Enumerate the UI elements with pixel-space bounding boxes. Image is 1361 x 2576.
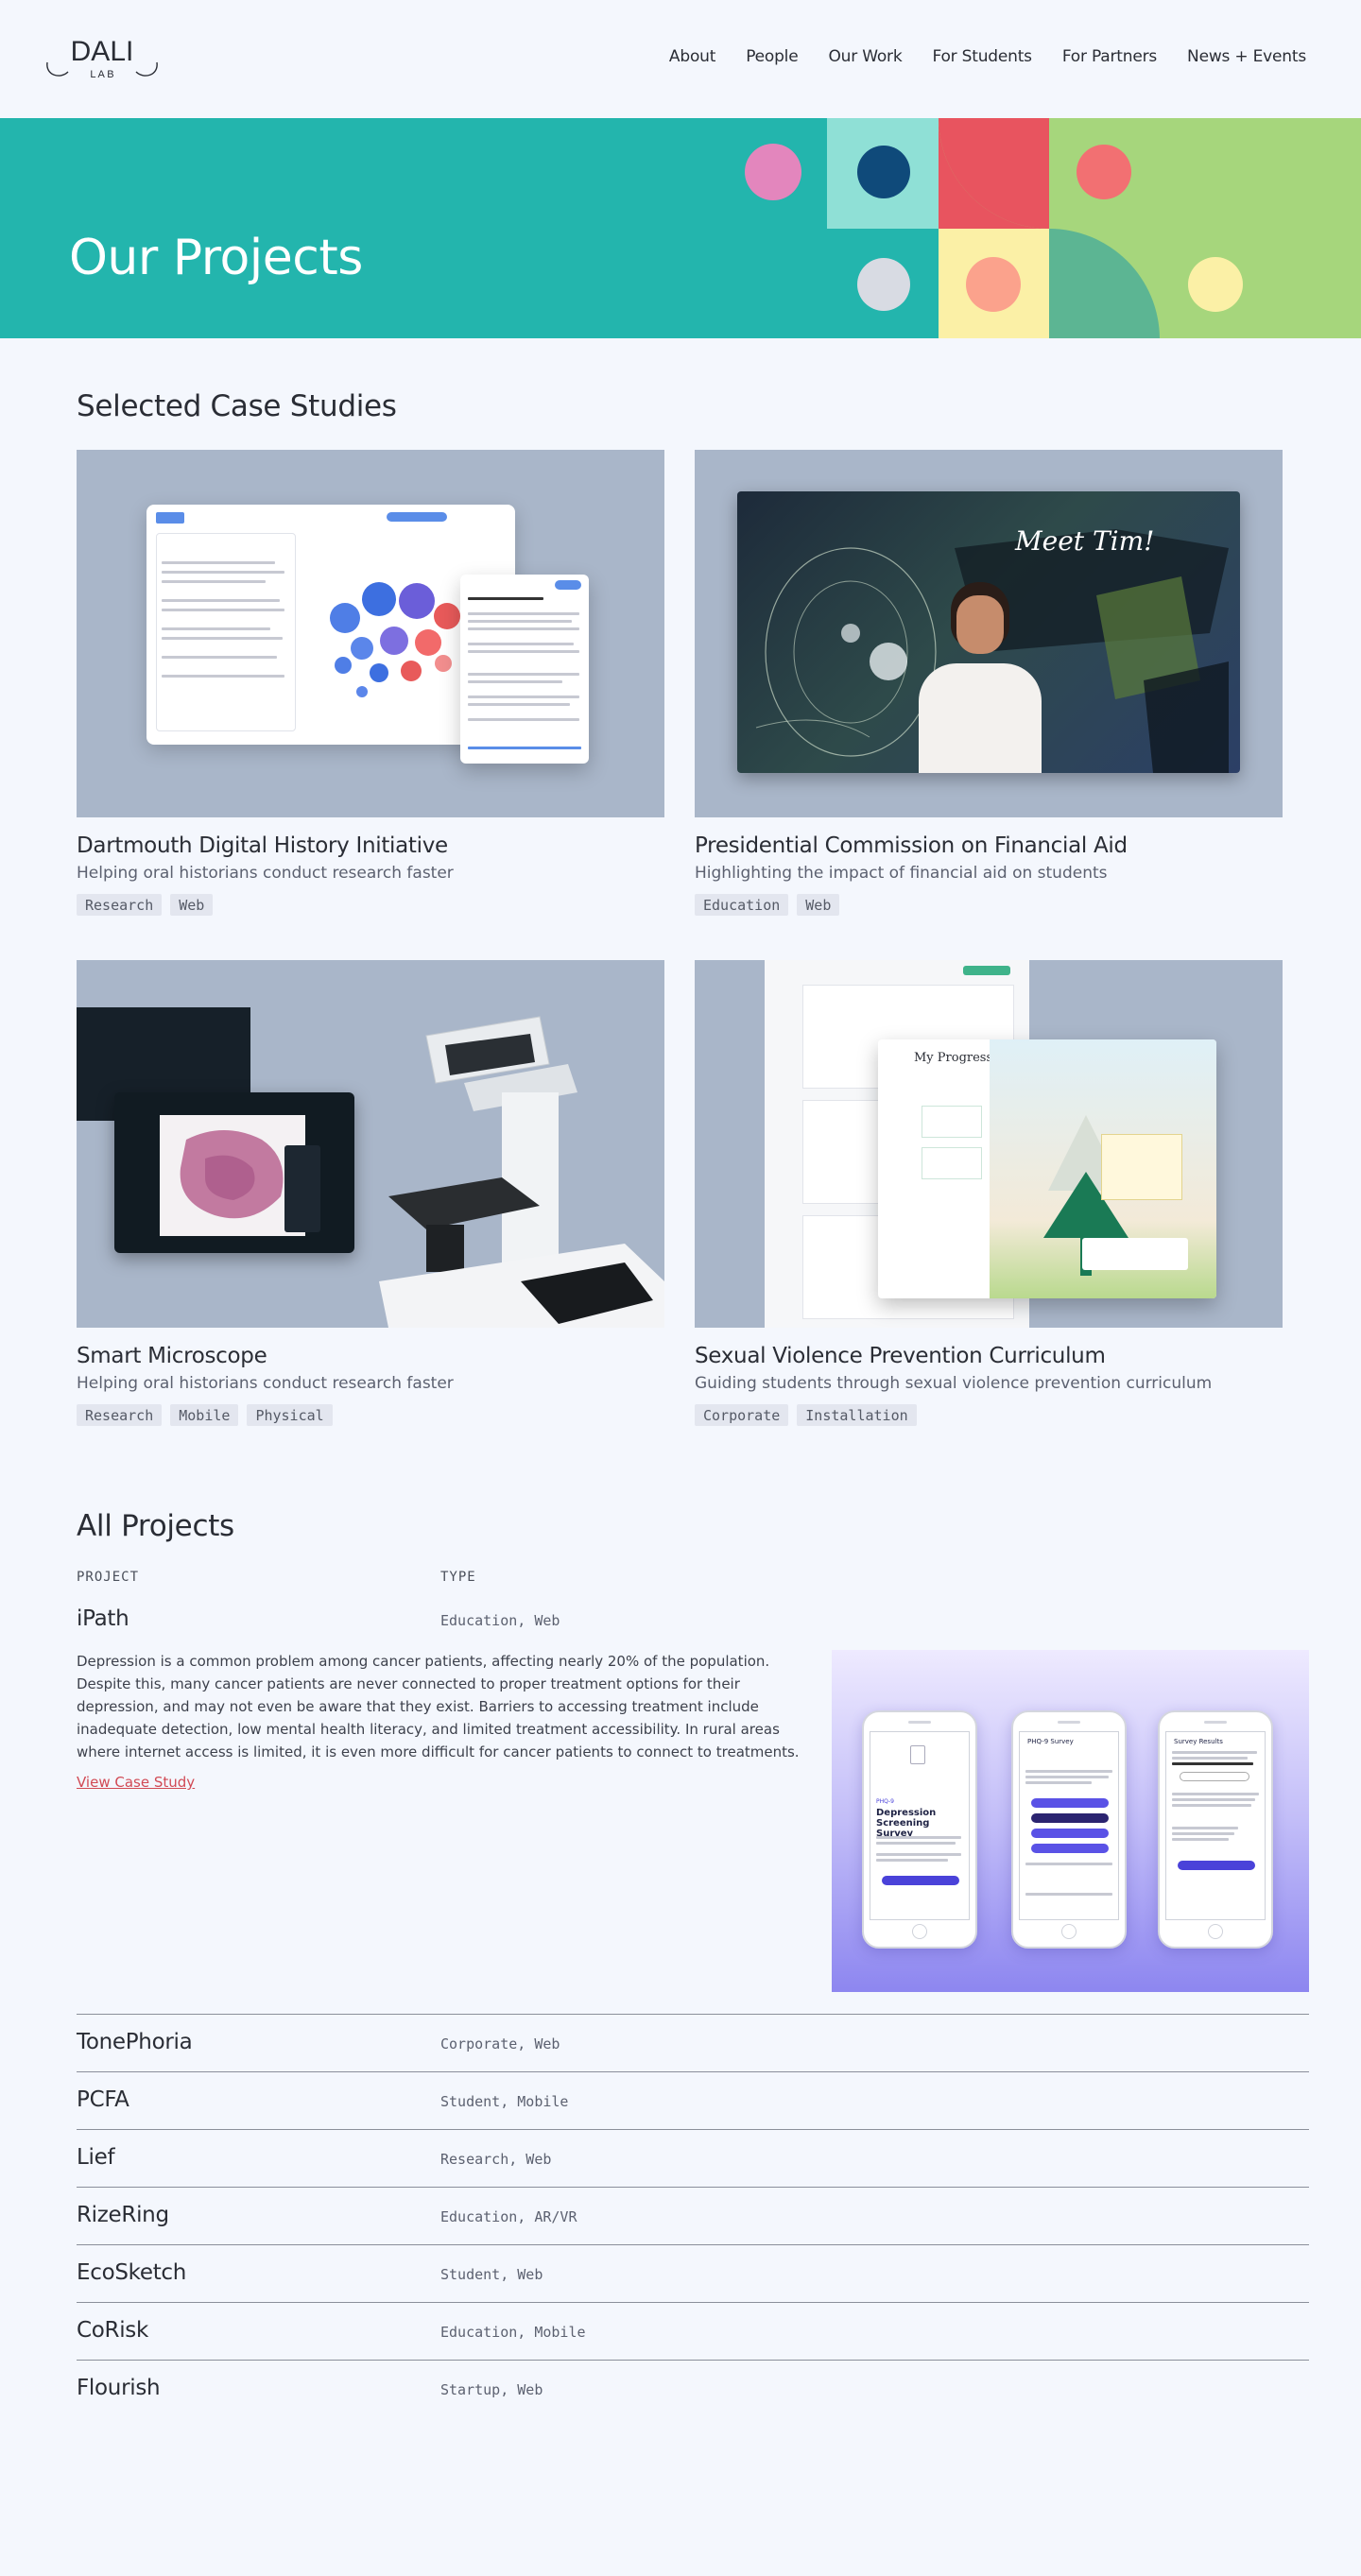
phone-small-label: PHQ-9 bbox=[876, 1798, 895, 1805]
ddhi-image bbox=[77, 450, 664, 817]
card-title[interactable]: Dartmouth Digital History Initiative bbox=[77, 833, 664, 858]
tag: Web bbox=[170, 894, 214, 916]
all-projects-heading: All Projects bbox=[77, 1509, 234, 1543]
row-divider bbox=[77, 2302, 1309, 2303]
phone-survey-title: Depression Screening Survey bbox=[876, 1808, 937, 1839]
case-study-card-svp-curriculum[interactable]: My Progress Sexual Violence Prevention C… bbox=[695, 960, 1283, 1426]
phone-mockup: PHQ-9 Depression Screening Survey bbox=[862, 1710, 977, 1949]
project-name-rizering[interactable]: RizeRing bbox=[77, 2203, 169, 2227]
card-subtitle: Helping oral historians conduct research… bbox=[77, 1374, 454, 1393]
tag: Installation bbox=[797, 1404, 917, 1426]
tag: Mobile bbox=[170, 1404, 239, 1426]
column-header-project: PROJECT bbox=[77, 1570, 140, 1585]
project-type-lief: Research, Web bbox=[440, 2151, 552, 2168]
pcfa-image: Meet Tim! bbox=[695, 450, 1283, 817]
card-tags: Research Mobile Physical bbox=[77, 1404, 664, 1426]
logo-text: DALI bbox=[71, 36, 134, 67]
svp-curriculum-image: My Progress bbox=[695, 960, 1283, 1328]
row-divider bbox=[77, 2071, 1309, 2072]
ipath-description: Depression is a common problem among can… bbox=[77, 1653, 800, 1760]
project-type-flourish: Startup, Web bbox=[440, 2381, 543, 2398]
ipath-phones-image: PHQ-9 Depression Screening Survey PHQ-9 … bbox=[832, 1650, 1309, 1992]
smart-microscope-image bbox=[77, 960, 664, 1328]
nav-people[interactable]: People bbox=[746, 47, 798, 66]
card-tags: Education Web bbox=[695, 894, 1283, 916]
project-name-ipath[interactable]: iPath bbox=[77, 1606, 129, 1631]
meet-tim-caption: Meet Tim! bbox=[1015, 525, 1155, 557]
tag: Web bbox=[797, 894, 840, 916]
hero-decorative-shapes bbox=[745, 118, 1361, 338]
project-type-corisk: Education, Mobile bbox=[440, 2324, 586, 2341]
logo-subtext: L A B bbox=[90, 69, 113, 80]
phone-mockup: Survey Results bbox=[1158, 1710, 1273, 1949]
tag: Physical bbox=[247, 1404, 333, 1426]
card-title[interactable]: Smart Microscope bbox=[77, 1344, 664, 1368]
row-divider bbox=[77, 2360, 1309, 2361]
card-tags: Corporate Installation bbox=[695, 1404, 1283, 1426]
nav-about[interactable]: About bbox=[669, 47, 715, 66]
nav-news-events[interactable]: News + Events bbox=[1187, 47, 1306, 66]
hero-banner: Our Projects bbox=[0, 118, 1361, 338]
tag: Research bbox=[77, 894, 163, 916]
site-header: DALI L A B About People Our Work For Stu… bbox=[0, 0, 1361, 118]
phone-3-title: Survey Results bbox=[1174, 1738, 1223, 1745]
card-subtitle: Highlighting the impact of financial aid… bbox=[695, 864, 1108, 883]
row-divider bbox=[77, 2244, 1309, 2245]
project-type-pcfa: Student, Mobile bbox=[440, 2093, 569, 2110]
row-divider bbox=[77, 2187, 1309, 2188]
project-name-ecosketch[interactable]: EcoSketch bbox=[77, 2260, 186, 2285]
card-subtitle: Guiding students through sexual violence… bbox=[695, 1374, 1213, 1393]
project-name-corisk[interactable]: CoRisk bbox=[77, 2318, 148, 2343]
project-type-ecosketch: Student, Web bbox=[440, 2266, 543, 2283]
project-type-tonephoria: Corporate, Web bbox=[440, 2035, 560, 2052]
phone-2-title: PHQ-9 Survey bbox=[1027, 1738, 1074, 1745]
main-nav: About People Our Work For Students For P… bbox=[639, 47, 1306, 66]
tag: Corporate bbox=[695, 1404, 789, 1426]
project-type-rizering: Education, AR/VR bbox=[440, 2208, 577, 2225]
case-study-card-pcfa[interactable]: Meet Tim! Presidential Commission on Fin… bbox=[695, 450, 1283, 916]
project-name-flourish[interactable]: Flourish bbox=[77, 2376, 161, 2400]
card-subtitle: Helping oral historians conduct research… bbox=[77, 864, 454, 883]
project-name-pcfa[interactable]: PCFA bbox=[77, 2087, 129, 2112]
nav-for-partners[interactable]: For Partners bbox=[1062, 47, 1157, 66]
case-study-card-ddhi[interactable]: Dartmouth Digital History Initiative Hel… bbox=[77, 450, 664, 916]
dali-lab-logo[interactable]: DALI L A B bbox=[43, 34, 161, 83]
tag: Education bbox=[695, 894, 789, 916]
case-studies-heading: Selected Case Studies bbox=[77, 389, 397, 423]
card-title[interactable]: Presidential Commission on Financial Aid bbox=[695, 833, 1283, 858]
nav-for-students[interactable]: For Students bbox=[932, 47, 1032, 66]
project-name-tonephoria[interactable]: TonePhoria bbox=[77, 2030, 193, 2054]
project-type-ipath: Education, Web bbox=[440, 1612, 560, 1629]
card-title[interactable]: Sexual Violence Prevention Curriculum bbox=[695, 1344, 1283, 1368]
card-tags: Research Web bbox=[77, 894, 664, 916]
row-divider bbox=[77, 2014, 1309, 2015]
nav-our-work[interactable]: Our Work bbox=[828, 47, 902, 66]
tag: Research bbox=[77, 1404, 163, 1426]
view-case-study-link[interactable]: View Case Study bbox=[77, 1774, 195, 1791]
column-header-type: TYPE bbox=[440, 1570, 476, 1585]
my-progress-heading: My Progress bbox=[914, 1051, 993, 1065]
row-divider bbox=[77, 2129, 1309, 2130]
case-study-card-smart-microscope[interactable]: Smart Microscope Helping oral historians… bbox=[77, 960, 664, 1426]
page-title: Our Projects bbox=[69, 230, 363, 286]
project-name-lief[interactable]: Lief bbox=[77, 2145, 115, 2170]
phone-mockup: PHQ-9 Survey bbox=[1011, 1710, 1127, 1949]
